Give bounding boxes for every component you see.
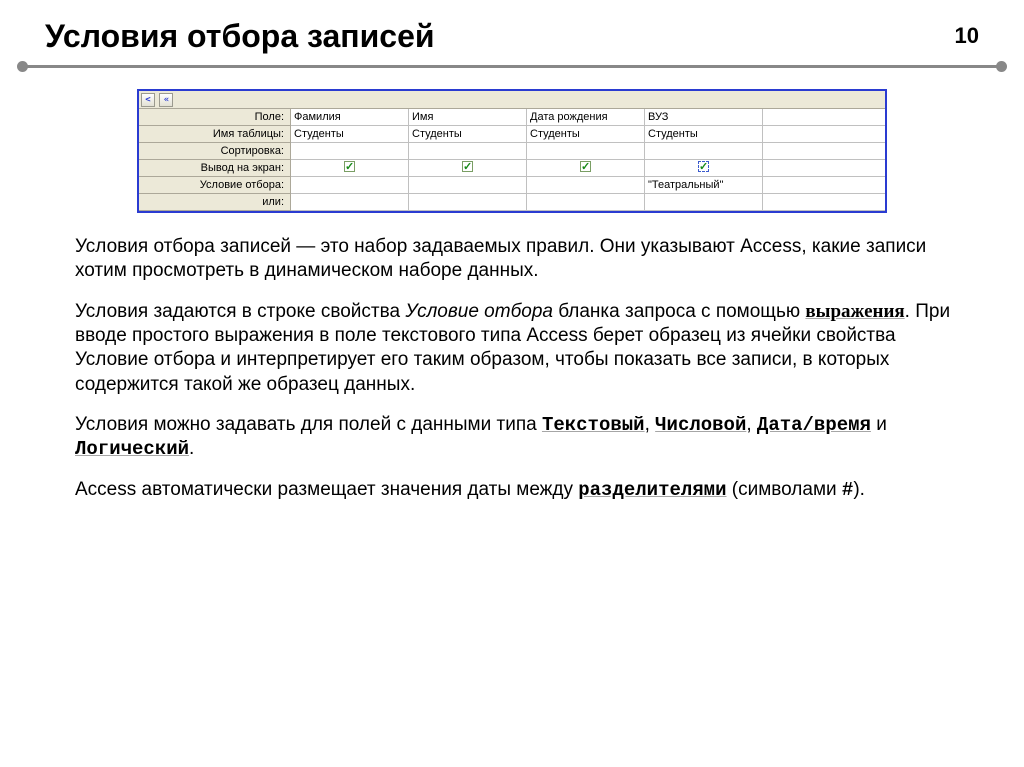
property-labels-column: Поле: Имя таблицы: Сортировка: Вывод на … — [139, 109, 291, 211]
cell-sort-4[interactable] — [645, 143, 763, 159]
row-show — [291, 160, 885, 177]
page-title: Условия отбора записей — [45, 18, 435, 55]
cell-show-4[interactable] — [645, 160, 763, 176]
cell-or-3[interactable] — [527, 194, 645, 210]
prop-criteria: Условие отбора: — [139, 177, 290, 194]
cell-or-5[interactable] — [763, 194, 885, 210]
body-text: Условия отбора записей — это набор задав… — [75, 235, 969, 502]
cell-field-5[interactable] — [763, 109, 885, 125]
cell-table-2[interactable]: Студенты — [409, 126, 527, 142]
cell-sort-2[interactable] — [409, 143, 527, 159]
cell-sort-1[interactable] — [291, 143, 409, 159]
row-or — [291, 194, 885, 211]
paragraph-3: Условия можно задавать для полей с данны… — [75, 413, 969, 462]
cell-show-5[interactable] — [763, 160, 885, 176]
row-sort — [291, 143, 885, 160]
checkbox-icon — [462, 161, 473, 172]
checkbox-icon — [698, 161, 709, 172]
row-table: Студенты Студенты Студенты Студенты — [291, 126, 885, 143]
prop-field: Поле: — [139, 109, 290, 126]
cell-show-1[interactable] — [291, 160, 409, 176]
cell-show-2[interactable] — [409, 160, 527, 176]
cell-criteria-4[interactable]: "Театральный" — [645, 177, 763, 193]
paragraph-4: Access автоматически размещает значения … — [75, 478, 969, 502]
prop-table: Имя таблицы: — [139, 126, 290, 143]
prop-show: Вывод на экран: — [139, 160, 290, 177]
cell-table-3[interactable]: Студенты — [527, 126, 645, 142]
cell-sort-3[interactable] — [527, 143, 645, 159]
query-design-grid: < « Поле: Имя таблицы: Сортировка: Вывод… — [137, 89, 887, 213]
cell-show-3[interactable] — [527, 160, 645, 176]
cell-criteria-2[interactable] — [409, 177, 527, 193]
cell-field-3[interactable]: Дата рождения — [527, 109, 645, 125]
prop-sort: Сортировка: — [139, 143, 290, 160]
nav-all-button[interactable]: « — [159, 93, 173, 107]
cell-field-4[interactable]: ВУЗ — [645, 109, 763, 125]
cell-criteria-3[interactable] — [527, 177, 645, 193]
cell-or-1[interactable] — [291, 194, 409, 210]
cell-criteria-1[interactable] — [291, 177, 409, 193]
paragraph-2: Условия задаются в строке свойства Услов… — [75, 300, 969, 397]
row-criteria: "Театральный" — [291, 177, 885, 194]
checkbox-icon — [344, 161, 355, 172]
cell-or-2[interactable] — [409, 194, 527, 210]
row-field: Фамилия Имя Дата рождения ВУЗ — [291, 109, 885, 126]
nav-left-button[interactable]: < — [141, 93, 155, 107]
nav-strip: < « — [139, 91, 885, 109]
cell-field-2[interactable]: Имя — [409, 109, 527, 125]
cell-table-1[interactable]: Студенты — [291, 126, 409, 142]
paragraph-1: Условия отбора записей — это набор задав… — [75, 235, 969, 284]
cell-field-1[interactable]: Фамилия — [291, 109, 409, 125]
page-number: 10 — [955, 23, 979, 49]
prop-or: или: — [139, 194, 290, 211]
cell-criteria-5[interactable] — [763, 177, 885, 193]
checkbox-icon — [580, 161, 591, 172]
cell-table-5[interactable] — [763, 126, 885, 142]
cell-sort-5[interactable] — [763, 143, 885, 159]
cell-or-4[interactable] — [645, 194, 763, 210]
divider — [20, 61, 1004, 71]
cell-table-4[interactable]: Студенты — [645, 126, 763, 142]
